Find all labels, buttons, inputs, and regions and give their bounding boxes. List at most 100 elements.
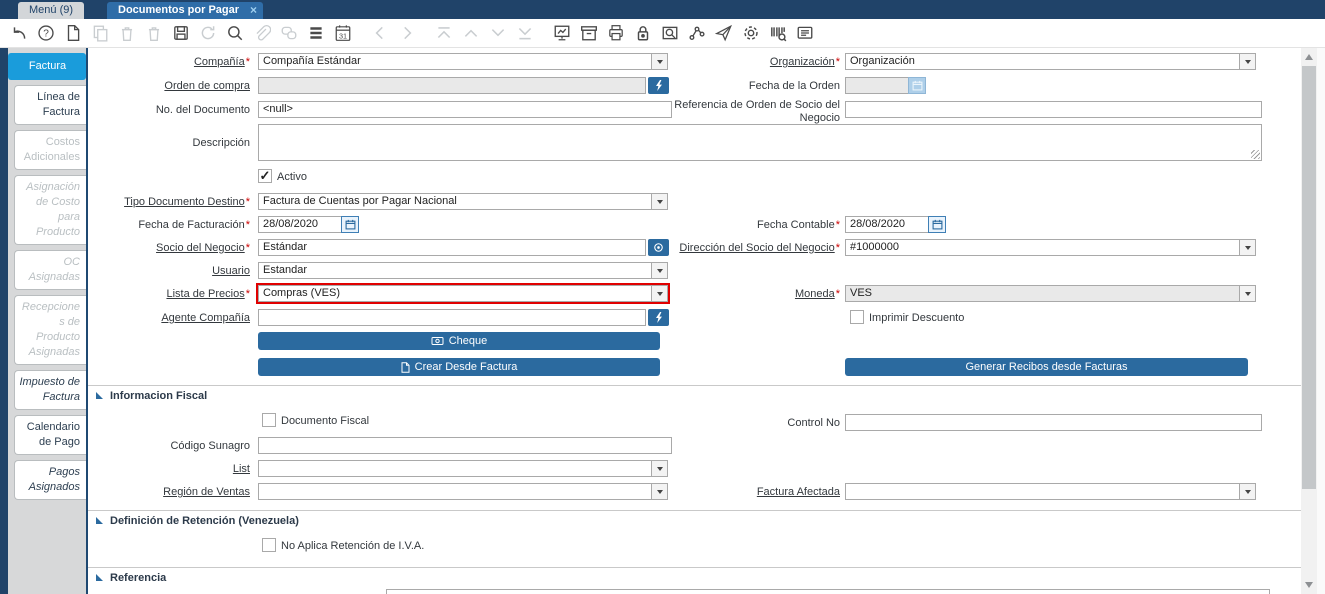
tab-menu[interactable]: Menú (9) <box>18 2 84 19</box>
sidebar-item-calendario-de-pago[interactable]: Calendario de Pago <box>14 415 86 455</box>
organizacion-combobox[interactable]: Organización <box>845 53 1256 70</box>
compania-value: Compañía Estándar <box>263 55 361 67</box>
region-de-ventas-combobox[interactable] <box>258 483 668 500</box>
grid-toggle-icon[interactable] <box>306 23 326 43</box>
agente-compania-field[interactable] <box>258 309 646 326</box>
label-documento-fiscal: Documento Fiscal <box>281 414 369 428</box>
svg-text:?: ? <box>43 28 49 39</box>
log-icon[interactable] <box>795 23 815 43</box>
label-usuario: Usuario <box>90 265 250 278</box>
refresh-icon <box>198 23 218 43</box>
activo-checkbox[interactable]: ✓ <box>258 169 272 183</box>
save-icon[interactable] <box>171 23 191 43</box>
dropdown-button[interactable] <box>1239 484 1255 499</box>
dropdown-button[interactable] <box>651 194 667 209</box>
dropdown-button[interactable] <box>651 461 667 476</box>
dropdown-button[interactable] <box>1239 240 1255 255</box>
codigo-sunagro-field[interactable] <box>258 437 672 454</box>
sidebar-item-linea-de-factura[interactable]: Línea de Factura <box>14 85 86 125</box>
collapse-triangle-icon[interactable] <box>96 392 103 399</box>
label-no-aplica-retencion: No Aplica Retención de I.V.A. <box>281 539 424 553</box>
fecha-de-la-orden-calendar-icon <box>908 77 926 94</box>
sidebar-item-costos-adicionales: Costos Adicionales <box>14 130 86 170</box>
workflow-icon[interactable] <box>687 23 707 43</box>
vertical-scrollbar[interactable] <box>1301 48 1317 594</box>
label-codigo-sunagro: Código Sunagro <box>90 440 250 453</box>
label-direccion-socio: Dirección del Socio del Negocio* <box>655 242 840 255</box>
calendar-icon[interactable]: 31 <box>333 23 353 43</box>
moneda-combobox: VES <box>845 285 1256 302</box>
toolbar: ? 31 <box>0 19 1325 48</box>
new-record-icon[interactable] <box>63 23 83 43</box>
generar-recibos-button[interactable]: Generar Recibos desde Facturas <box>845 358 1248 376</box>
no-aplica-retencion-checkbox[interactable] <box>262 538 276 552</box>
socio-del-negocio-field[interactable]: Estándar <box>258 239 646 256</box>
section-title-informacion-fiscal[interactable]: Informacion Fiscal <box>110 390 207 402</box>
label-activo: Activo <box>277 170 307 184</box>
dropdown-button[interactable] <box>1239 54 1255 69</box>
help-icon[interactable]: ? <box>36 23 56 43</box>
collapse-triangle-icon[interactable] <box>96 574 103 581</box>
next-record-icon <box>397 23 417 43</box>
crear-desde-factura-button[interactable]: Crear Desde Factura <box>258 358 660 376</box>
referencia-orden-socio-field[interactable] <box>845 101 1262 118</box>
fecha-de-facturacion-field[interactable]: 28/08/2020 <box>258 216 342 233</box>
usuario-combobox[interactable]: Estandar <box>258 262 668 279</box>
find-icon[interactable] <box>225 23 245 43</box>
archive-icon[interactable] <box>579 23 599 43</box>
label-fecha-de-facturacion: Fecha de Facturación* <box>90 219 250 232</box>
dropdown-button[interactable] <box>651 263 667 278</box>
lock-icon[interactable] <box>633 23 653 43</box>
documento-fiscal-checkbox[interactable] <box>262 413 276 427</box>
product-info-barcode-icon[interactable] <box>768 23 788 43</box>
fecha-contable-field[interactable]: 28/08/2020 <box>845 216 929 233</box>
section-title-referencia[interactable]: Referencia <box>110 572 166 584</box>
chat-icon <box>279 23 299 43</box>
zoom-across-icon[interactable] <box>660 23 680 43</box>
scroll-up-icon[interactable] <box>1305 54 1313 60</box>
sidebar-item-pagos-asignados[interactable]: Pagos Asignados <box>14 460 86 500</box>
close-tab-icon[interactable]: × <box>250 2 257 19</box>
collapse-triangle-icon[interactable] <box>96 517 103 524</box>
preferences-gear-icon[interactable] <box>741 23 761 43</box>
report-icon[interactable] <box>552 23 572 43</box>
referencia-partial-field[interactable] <box>386 589 1270 594</box>
direccion-socio-combobox[interactable]: #1000000 <box>845 239 1256 256</box>
resize-handle-icon[interactable] <box>1251 150 1260 159</box>
label-moneda: Moneda* <box>655 288 840 301</box>
organizacion-value: Organización <box>850 55 915 67</box>
list-combobox[interactable] <box>258 460 668 477</box>
fecha-contable-calendar-button[interactable] <box>928 216 946 233</box>
print-icon[interactable] <box>606 23 626 43</box>
lista-de-precios-combobox[interactable]: Compras (VES) <box>258 285 668 302</box>
descripcion-textarea[interactable] <box>258 124 1262 161</box>
tipo-documento-destino-combobox[interactable]: Factura de Cuentas por Pagar Nacional <box>258 193 668 210</box>
document-icon <box>401 362 410 373</box>
label-lista-de-precios: Lista de Precios* <box>90 288 250 301</box>
no-del-documento-field[interactable]: <null> <box>258 101 672 118</box>
control-no-field[interactable] <box>845 414 1262 431</box>
send-icon[interactable] <box>714 23 734 43</box>
sidebar-item-factura[interactable]: Factura <box>8 53 86 80</box>
cheque-button[interactable]: Cheque <box>258 332 660 350</box>
scrollbar-thumb[interactable] <box>1302 66 1316 489</box>
factura-afectada-combobox[interactable] <box>845 483 1256 500</box>
orden-de-compra-field[interactable] <box>258 77 646 94</box>
label-imprimir-descuento: Imprimir Descuento <box>869 311 964 325</box>
scroll-down-icon[interactable] <box>1305 582 1313 588</box>
app-window: Menú (9) Documentos por Pagar × ? 31 <box>0 0 1325 594</box>
fecha-de-facturacion-calendar-button[interactable] <box>341 216 359 233</box>
right-margin <box>1317 48 1325 594</box>
sidebar-item-asignacion-de-costo: Asignación de Costo para Producto <box>14 175 86 245</box>
imprimir-descuento-checkbox[interactable] <box>850 310 864 324</box>
section-title-definicion-retencion[interactable]: Definición de Retención (Venezuela) <box>110 515 299 527</box>
compania-combobox[interactable]: Compañía Estándar <box>258 53 668 70</box>
dropdown-button[interactable] <box>1239 286 1255 301</box>
agente-compania-search-button[interactable] <box>648 309 669 326</box>
label-organizacion: Organización* <box>655 56 840 69</box>
tab-documentos-por-pagar[interactable]: Documentos por Pagar × <box>107 2 263 19</box>
sidebar-item-recepciones: Recepciones de Producto Asignadas <box>14 295 86 365</box>
label-compania: Compañía* <box>90 56 250 69</box>
undo-icon[interactable] <box>9 23 29 43</box>
sidebar-item-impuesto-de-factura[interactable]: Impuesto de Factura <box>14 370 86 410</box>
